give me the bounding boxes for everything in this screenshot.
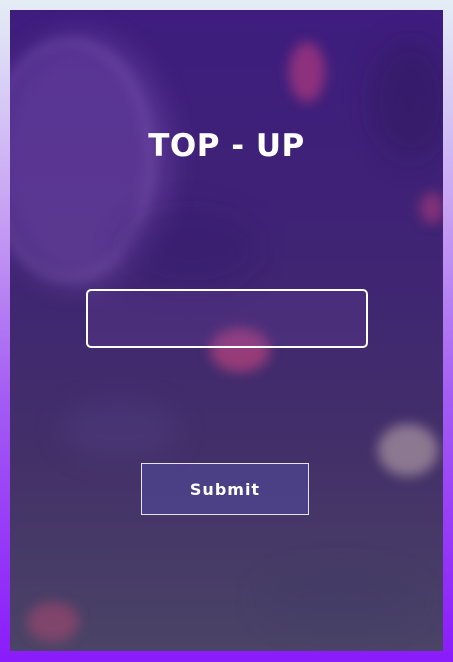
submit-button[interactable]: Submit <box>141 463 309 515</box>
top-up-card: TOP - UP Submit <box>10 10 443 651</box>
page-title: TOP - UP <box>148 128 305 164</box>
top-up-amount-input[interactable] <box>86 289 368 348</box>
